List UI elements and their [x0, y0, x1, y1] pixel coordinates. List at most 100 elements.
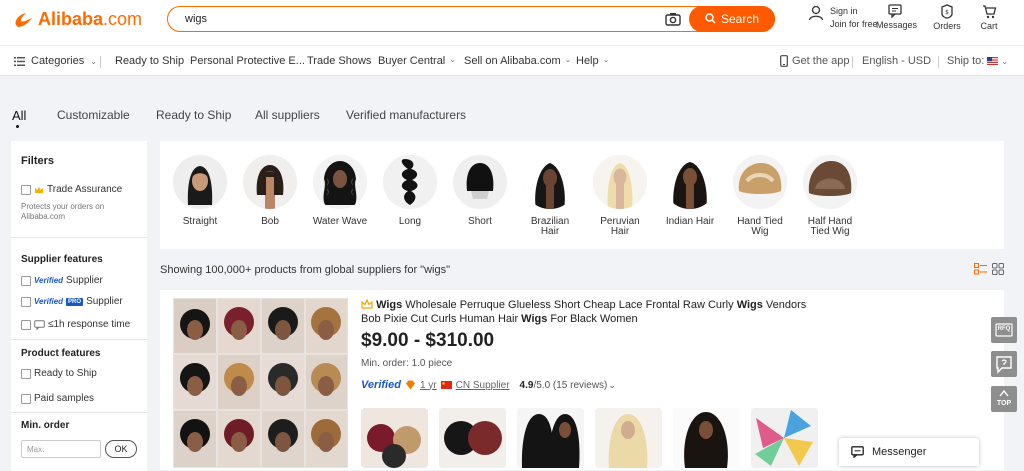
results-count: Showing 100,000+ products from global su… — [160, 264, 450, 276]
thumbnail[interactable] — [751, 408, 818, 468]
language-selector[interactable]: English - USD — [862, 55, 931, 67]
get-app-link[interactable]: Get the app — [780, 55, 850, 67]
tab-customizable[interactable]: Customizable — [57, 108, 130, 122]
max-order-input[interactable]: Max. — [21, 440, 101, 458]
cn-flag-icon — [440, 381, 452, 389]
feedback-button[interactable] — [991, 351, 1017, 377]
sell-label: Sell on Alibaba.com — [464, 55, 561, 67]
search-input[interactable]: wigs — [185, 13, 207, 25]
nav-item-trade-shows[interactable]: Trade Shows — [307, 55, 371, 67]
tab-all[interactable]: All — [12, 108, 26, 123]
messenger-widget[interactable]: Messenger — [839, 438, 979, 466]
checkbox[interactable] — [21, 393, 31, 404]
category-brazilian-hair[interactable]: Brazilian Hair — [515, 155, 585, 237]
grid-view-icon[interactable] — [992, 263, 1004, 275]
verified-supplier-label: Supplier — [66, 275, 103, 286]
thumbnail[interactable] — [439, 408, 506, 468]
verified-pro-supplier-filter[interactable]: Verified PRO Supplier — [21, 296, 123, 307]
category-image — [173, 155, 227, 209]
checkbox[interactable] — [21, 275, 31, 286]
category-bob[interactable]: Bob — [235, 155, 305, 227]
nav-item-help[interactable]: Help ⌄ — [576, 55, 609, 67]
sign-in-link[interactable]: Sign in — [830, 6, 858, 16]
supplier-country[interactable]: CN Supplier — [456, 380, 510, 391]
us-flag-icon — [987, 57, 999, 65]
trade-assurance-label: Trade Assurance — [47, 184, 123, 195]
tab-verified-manufacturers[interactable]: Verified manufacturers — [346, 108, 466, 122]
orders-button[interactable]: $ Orders — [932, 4, 962, 31]
category-label: Straight — [182, 216, 218, 227]
thumbnail[interactable] — [517, 408, 584, 468]
tab-ready-to-ship[interactable]: Ready to Ship — [156, 108, 231, 122]
category-indian-hair[interactable]: Indian Hair — [655, 155, 725, 227]
title-keyword: Wigs — [736, 299, 763, 311]
rating-reviews[interactable]: /5.0 (15 reviews) — [533, 380, 607, 391]
tab-all-suppliers[interactable]: All suppliers — [255, 108, 320, 122]
search-button[interactable]: Search — [689, 5, 775, 32]
alibaba-logo-icon — [15, 12, 32, 27]
category-label: Bob — [261, 216, 279, 227]
rating-score: 4.9 — [519, 379, 534, 391]
checkbox[interactable] — [21, 184, 31, 195]
ok-button[interactable]: OK — [105, 440, 137, 458]
verified-badge[interactable]: Verified — [361, 379, 401, 391]
chevron-down-icon: ⌄ — [90, 56, 97, 66]
checkbox[interactable] — [21, 319, 31, 330]
thumbnail[interactable] — [595, 408, 662, 468]
category-image — [313, 155, 367, 209]
diamond-icon — [405, 380, 415, 390]
verified-supplier-filter[interactable]: Verified Supplier — [21, 275, 103, 286]
chevron-down-icon: ⌄ — [449, 55, 456, 64]
product-image[interactable] — [173, 298, 348, 468]
category-label-line-2: Tied Wig — [810, 226, 850, 237]
thumbnail[interactable] — [361, 408, 428, 468]
title-text: Wholesale Perruque Glueless Short Cheap … — [402, 299, 737, 311]
nav-item-ppe[interactable]: Personal Protective E... — [190, 55, 305, 67]
category-label: Short — [468, 216, 492, 227]
category-long[interactable]: Long — [375, 155, 445, 227]
category-peruvian-hair[interactable]: Peruvian Hair — [585, 155, 655, 237]
product-price: $9.00 - $310.00 — [361, 330, 495, 351]
cart-button[interactable]: Cart — [976, 4, 1002, 31]
paid-samples-filter[interactable]: Paid samples — [21, 393, 94, 404]
camera-icon[interactable] — [665, 12, 681, 26]
chevron-down-icon: ⌄ — [602, 55, 610, 64]
trade-assurance-note: Protects your orders on — [21, 202, 105, 211]
svg-text:$: $ — [945, 9, 949, 16]
nav-item-buyer-central[interactable]: Buyer Central ⌄ — [378, 55, 456, 67]
ready-to-ship-filter[interactable]: Ready to Ship — [21, 368, 97, 379]
category-label-line-2: Hair — [540, 226, 560, 237]
list-icon — [14, 56, 25, 66]
checkbox[interactable] — [21, 296, 31, 307]
verified-badge: Verified — [34, 276, 64, 285]
response-time-filter[interactable]: ≤1h response time — [21, 319, 130, 330]
ship-to-selector[interactable]: Ship to: ⌄ — [947, 55, 1008, 67]
crown-icon — [361, 298, 373, 309]
phone-icon — [780, 55, 788, 67]
rfq-button[interactable]: RFQ — [991, 317, 1017, 343]
messages-button[interactable]: Messages — [876, 4, 917, 30]
product-title[interactable]: Wigs Wholesale Perruque Glueless Short C… — [361, 298, 821, 326]
category-short[interactable]: Short — [445, 155, 515, 227]
logo-suffix: .com — [103, 9, 143, 29]
trade-assurance-filter[interactable]: Trade Assurance — [21, 184, 122, 195]
back-to-top-button[interactable]: TOP — [991, 386, 1017, 412]
alibaba-logo[interactable]: Alibaba .com — [14, 9, 142, 30]
category-hand-tied-wig[interactable]: Hand Tied Wig — [725, 155, 795, 237]
nav-item-ready-to-ship[interactable]: Ready to Ship — [115, 55, 184, 67]
nav-item-sell[interactable]: Sell on Alibaba.com ⌄ — [464, 55, 571, 67]
category-half-hand-tied-wig[interactable]: Half Hand Tied Wig — [795, 155, 865, 237]
supplier-years[interactable]: 1 yr — [420, 380, 437, 391]
category-image — [733, 155, 787, 209]
chevron-down-icon[interactable]: ⌄ — [608, 380, 616, 391]
join-free-link[interactable]: Join for free — [830, 19, 878, 29]
categories-menu[interactable]: Categories ⌄ — [14, 55, 97, 67]
list-view-icon[interactable] — [974, 263, 987, 275]
logo-text: Alibaba — [38, 9, 104, 29]
thumbnail[interactable] — [673, 408, 740, 468]
checkbox[interactable] — [21, 368, 31, 379]
category-straight[interactable]: Straight — [165, 155, 235, 227]
category-water-wave[interactable]: Water Wave — [305, 155, 375, 227]
category-image — [383, 155, 437, 209]
top-label: TOP — [996, 400, 1012, 407]
